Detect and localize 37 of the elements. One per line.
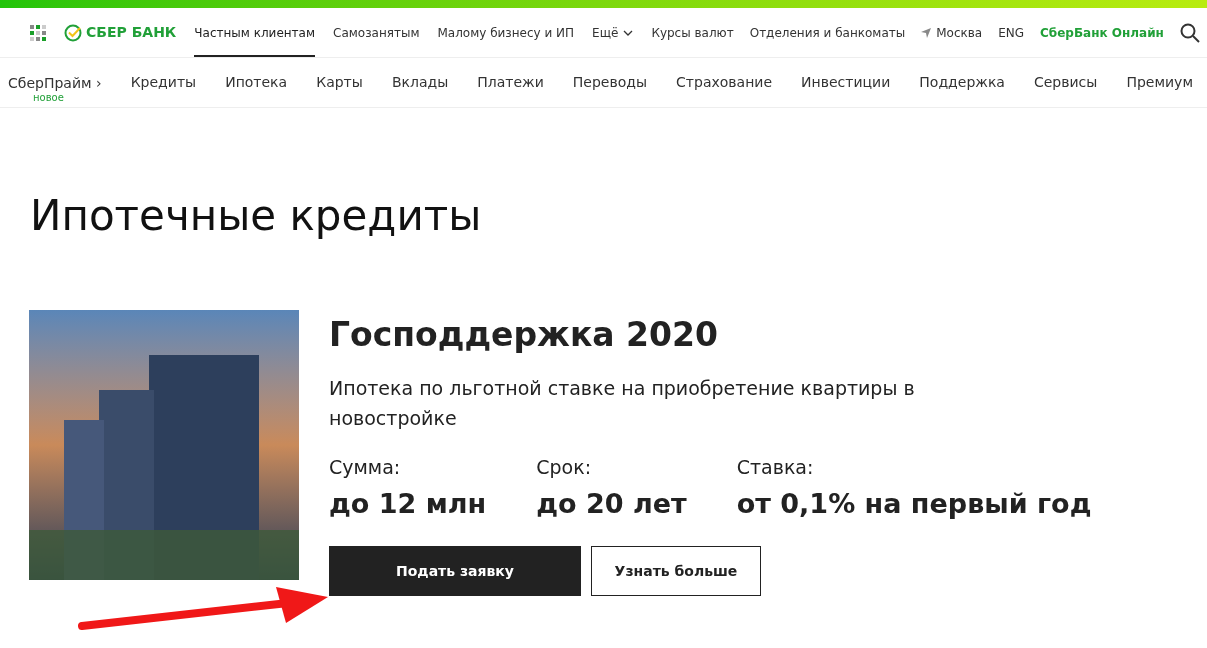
- fact-value: до 12 млн: [329, 486, 487, 521]
- logo-icon: [64, 23, 82, 42]
- menu-item[interactable]: Поддержка: [919, 72, 1005, 93]
- menu-item[interactable]: Премиум: [1126, 72, 1193, 93]
- menu-item[interactable]: Карты: [316, 72, 363, 93]
- menu-item[interactable]: Сервисы: [1033, 72, 1098, 93]
- location-link[interactable]: Москва: [921, 23, 983, 42]
- nav-tab[interactable]: Ещё: [592, 8, 634, 57]
- fact-value: от 0,1% на первый год: [736, 486, 1092, 521]
- menu-item[interactable]: Платежи: [477, 72, 544, 93]
- menu-item[interactable]: Инвестиции: [801, 72, 891, 93]
- header-link[interactable]: Отделения и банкоматы: [749, 23, 906, 42]
- grid-menu-icon[interactable]: [30, 24, 46, 41]
- fact-value: до 20 лет: [536, 486, 687, 521]
- nav-tab[interactable]: Малому бизнесу и ИП: [437, 8, 575, 57]
- nav-tab[interactable]: Самозанятым: [333, 8, 420, 57]
- new-label: новое: [33, 92, 64, 103]
- menu-item[interactable]: Ипотека: [225, 72, 288, 93]
- nav-tab[interactable]: Частным клиентам: [194, 8, 315, 57]
- learn-more-button[interactable]: Узнать больше: [591, 546, 761, 597]
- menu-item[interactable]: Переводы: [572, 72, 648, 93]
- page-title: Ипотечные кредиты: [30, 195, 483, 237]
- apply-button[interactable]: Подать заявку: [329, 546, 581, 597]
- search-icon[interactable]: [1179, 22, 1200, 43]
- menu-item[interactable]: Вклады: [391, 72, 449, 93]
- fact-label: Срок:: [536, 455, 593, 481]
- header-link[interactable]: Курсы валют: [651, 23, 734, 42]
- menu-item[interactable]: Кредиты: [130, 72, 197, 93]
- fact-label: Ставка:: [736, 455, 815, 481]
- location-arrow-icon: [921, 27, 932, 38]
- header-link[interactable]: ENG: [998, 23, 1025, 42]
- menu-item[interactable]: Страхование: [676, 72, 773, 93]
- offer-title: Господдержка 2020: [329, 314, 719, 356]
- chevron-down-icon: [623, 29, 634, 36]
- fact-label: Сумма:: [329, 455, 402, 481]
- offer-description: Ипотека по льготной ставке на приобретение квартиры в новостройке: [329, 376, 916, 432]
- menu-item[interactable]: СберПрайм ›: [8, 75, 102, 90]
